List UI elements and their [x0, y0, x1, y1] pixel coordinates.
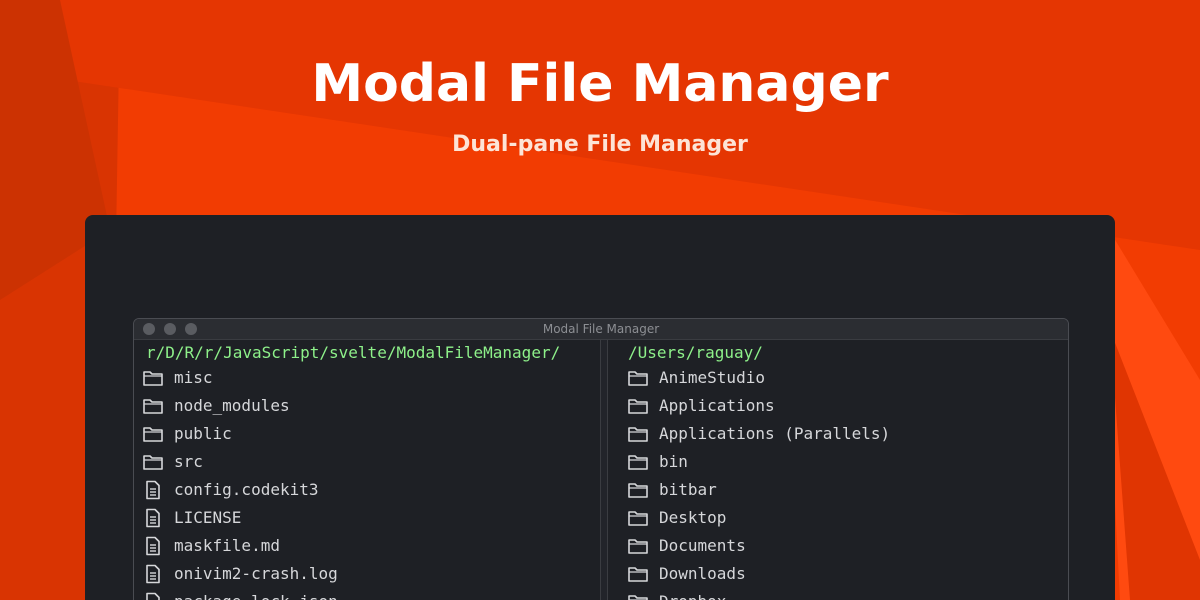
file-entry-name: bin: [659, 452, 688, 471]
file-entry[interactable]: maskfile.md: [134, 532, 338, 560]
folder-icon: [627, 592, 649, 600]
window-title: Modal File Manager: [542, 322, 660, 336]
file-entry[interactable]: misc: [134, 364, 338, 392]
file-entry[interactable]: bin: [616, 448, 890, 476]
right-pane[interactable]: /Users/raguay/ AnimeStudio Applications …: [616, 340, 1068, 600]
file-entry[interactable]: src: [134, 448, 338, 476]
file-entry[interactable]: Applications: [616, 392, 890, 420]
folder-icon: [627, 424, 649, 444]
pane-divider[interactable]: [600, 340, 608, 600]
file-entry-name: onivim2-crash.log: [174, 564, 338, 583]
folder-icon: [627, 564, 649, 584]
file-entry-name: public: [174, 424, 232, 443]
folder-icon: [627, 508, 649, 528]
file-entry-name: LICENSE: [174, 508, 242, 527]
file-entry-name: Dropbox: [659, 592, 726, 600]
folder-icon: [627, 536, 649, 556]
folder-icon: [627, 452, 649, 472]
file-entry-name: Downloads: [659, 564, 746, 583]
right-file-list: AnimeStudio Applications Applications (P…: [616, 364, 890, 600]
file-icon: [142, 508, 164, 528]
right-pane-path: /Users/raguay/: [628, 343, 763, 362]
file-icon: [142, 536, 164, 556]
file-entry[interactable]: package-lock.json: [134, 588, 338, 600]
folder-icon: [627, 396, 649, 416]
file-icon: [142, 480, 164, 500]
file-entry[interactable]: onivim2-crash.log: [134, 560, 338, 588]
left-pane[interactable]: r/D/R/r/JavaScript/svelte/ModalFileManag…: [134, 340, 600, 600]
file-entry-name: maskfile.md: [174, 536, 280, 555]
file-entry[interactable]: Downloads: [616, 560, 890, 588]
file-icon: [142, 592, 164, 600]
file-entry-name: node_modules: [174, 396, 290, 415]
file-entry-name: Desktop: [659, 508, 727, 527]
folder-icon: [142, 452, 164, 472]
hero-subtitle: Dual-pane File Manager: [452, 132, 748, 157]
folder-icon: [142, 396, 164, 416]
file-entry[interactable]: AnimeStudio: [616, 364, 890, 392]
file-entry[interactable]: public: [134, 420, 338, 448]
file-entry[interactable]: bitbar: [616, 476, 890, 504]
folder-icon: [142, 424, 164, 444]
file-entry-name: bitbar: [659, 480, 717, 499]
file-entry-name: AnimeStudio: [659, 368, 765, 387]
file-entry[interactable]: Dropbox: [616, 588, 890, 600]
file-entry-name: package-lock.json: [174, 592, 338, 600]
file-entry-name: misc: [174, 368, 213, 387]
file-entry-name: config.codekit3: [174, 480, 319, 499]
file-entry[interactable]: config.codekit3: [134, 476, 338, 504]
file-entry[interactable]: Desktop: [616, 504, 890, 532]
folder-icon: [627, 480, 649, 500]
left-file-list: misc node_modules public src config.code…: [134, 364, 338, 600]
file-entry-name: src: [174, 452, 203, 471]
folder-icon: [142, 368, 164, 388]
file-entry[interactable]: node_modules: [134, 392, 338, 420]
window-titlebar[interactable]: Modal File Manager: [134, 319, 1068, 340]
file-entry-name: Applications: [659, 396, 775, 415]
file-entry-name: Documents: [659, 536, 746, 555]
file-entry[interactable]: Documents: [616, 532, 890, 560]
file-icon: [142, 564, 164, 584]
file-entry[interactable]: LICENSE: [134, 504, 338, 532]
file-entry-name: Applications (Parallels): [659, 424, 891, 443]
file-entry[interactable]: Applications (Parallels): [616, 420, 890, 448]
left-pane-path: r/D/R/r/JavaScript/svelte/ModalFileManag…: [146, 343, 561, 362]
folder-icon: [627, 368, 649, 388]
app-window: Modal File Manager r/D/R/r/JavaScript/sv…: [133, 318, 1069, 600]
hero-title: Modal File Manager: [311, 54, 889, 114]
